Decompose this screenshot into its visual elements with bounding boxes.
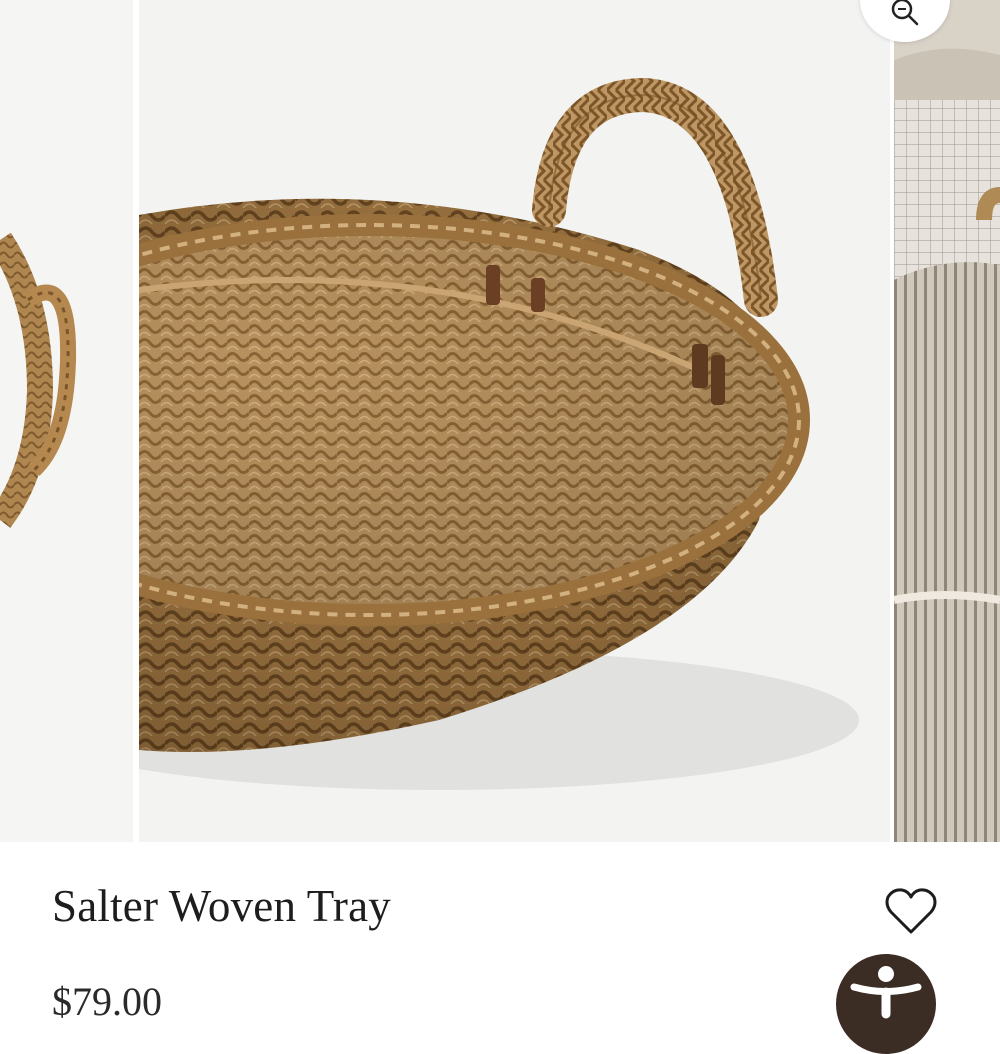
wishlist-button[interactable] bbox=[880, 880, 942, 942]
product-price: $79.00 bbox=[52, 979, 162, 1024]
woven-tray-image bbox=[139, 77, 859, 790]
tray-side-image bbox=[0, 232, 77, 528]
gallery-slide-next[interactable] bbox=[894, 0, 1000, 842]
product-title: Salter Woven Tray bbox=[52, 881, 391, 931]
gallery-slide-previous[interactable] bbox=[0, 0, 133, 842]
magnifier-icon bbox=[891, 0, 919, 26]
product-image-carousel[interactable] bbox=[0, 0, 1000, 842]
accessibility-person-icon bbox=[850, 966, 922, 1019]
gallery-slide-active[interactable] bbox=[139, 0, 890, 842]
accessibility-button[interactable] bbox=[836, 954, 936, 1054]
tray-lifestyle-image bbox=[894, 0, 1000, 842]
heart-outline-icon bbox=[885, 888, 937, 934]
